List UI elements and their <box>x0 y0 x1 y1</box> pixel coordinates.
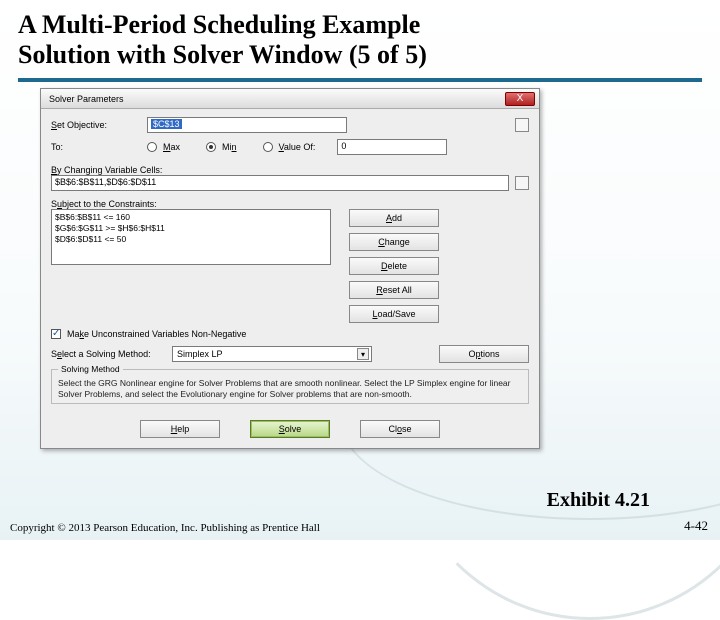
solver-dialog: Solver Parameters X Set Objective: $C$13… <box>40 88 540 449</box>
group-legend: Solving Method <box>58 364 123 374</box>
dialog-title: Solver Parameters <box>49 94 124 104</box>
solving-method-group: Solving Method Select the GRG Nonlinear … <box>51 369 529 404</box>
solving-method-value: Simplex LP <box>177 349 223 359</box>
objective-input[interactable]: $C$13 <box>147 117 347 133</box>
changing-cells-input[interactable]: $B$6:$B$11,$D$6:$D$11 <box>51 175 509 191</box>
options-button[interactable]: Options <box>439 345 529 363</box>
valueof-label: Value Of: <box>279 142 316 152</box>
change-button[interactable]: Change <box>349 233 439 251</box>
slide-title: A Multi-Period Scheduling Example Soluti… <box>0 0 720 74</box>
solving-method-select[interactable]: Simplex LP ▾ <box>172 346 372 362</box>
close-icon[interactable]: X <box>505 92 535 106</box>
group-description: Select the GRG Nonlinear engine for Solv… <box>58 378 522 399</box>
solve-button[interactable]: Solve <box>250 420 330 438</box>
reset-all-button[interactable]: Reset All <box>349 281 439 299</box>
copyright-text: Copyright © 2013 Pearson Education, Inc.… <box>10 522 320 534</box>
valueof-input[interactable]: 0 <box>337 139 447 155</box>
min-radio[interactable] <box>206 142 216 152</box>
nonneg-checkbox[interactable] <box>51 329 61 339</box>
nonneg-label: Make Unconstrained Variables Non-Negativ… <box>67 329 246 339</box>
load-save-button[interactable]: Load/Save <box>349 305 439 323</box>
min-label: Min <box>222 142 237 152</box>
add-button[interactable]: Add <box>349 209 439 227</box>
constraints-label: Subject to the Constraints: <box>51 199 529 209</box>
exhibit-label: Exhibit 4.21 <box>547 489 650 512</box>
constraint-row[interactable]: $D$6:$D$11 <= 50 <box>55 234 327 245</box>
to-label: To: <box>51 142 141 152</box>
range-picker-icon[interactable] <box>515 176 529 190</box>
title-underline <box>18 78 702 82</box>
constraint-row[interactable]: $B$6:$B$11 <= 160 <box>55 212 327 223</box>
valueof-radio[interactable] <box>263 142 273 152</box>
delete-button[interactable]: Delete <box>349 257 439 275</box>
set-objective-label: Set Objective: <box>51 120 141 130</box>
title-line2: Solution with Solver Window (5 of 5) <box>18 40 702 70</box>
chevron-down-icon[interactable]: ▾ <box>357 348 369 360</box>
constraints-listbox[interactable]: $B$6:$B$11 <= 160 $G$6:$G$11 >= $H$6:$H$… <box>51 209 331 265</box>
page-number: 4-42 <box>684 518 708 534</box>
max-radio[interactable] <box>147 142 157 152</box>
constraint-row[interactable]: $G$6:$G$11 >= $H$6:$H$11 <box>55 223 327 234</box>
method-label: Select a Solving Method: <box>51 349 166 359</box>
max-label: Max <box>163 142 180 152</box>
close-button[interactable]: Close <box>360 420 440 438</box>
changing-cells-label: By Changing Variable Cells: <box>51 165 529 175</box>
dialog-titlebar: Solver Parameters X <box>41 89 539 109</box>
help-button[interactable]: Help <box>140 420 220 438</box>
title-line1: A Multi-Period Scheduling Example <box>18 10 702 40</box>
range-picker-icon[interactable] <box>515 118 529 132</box>
